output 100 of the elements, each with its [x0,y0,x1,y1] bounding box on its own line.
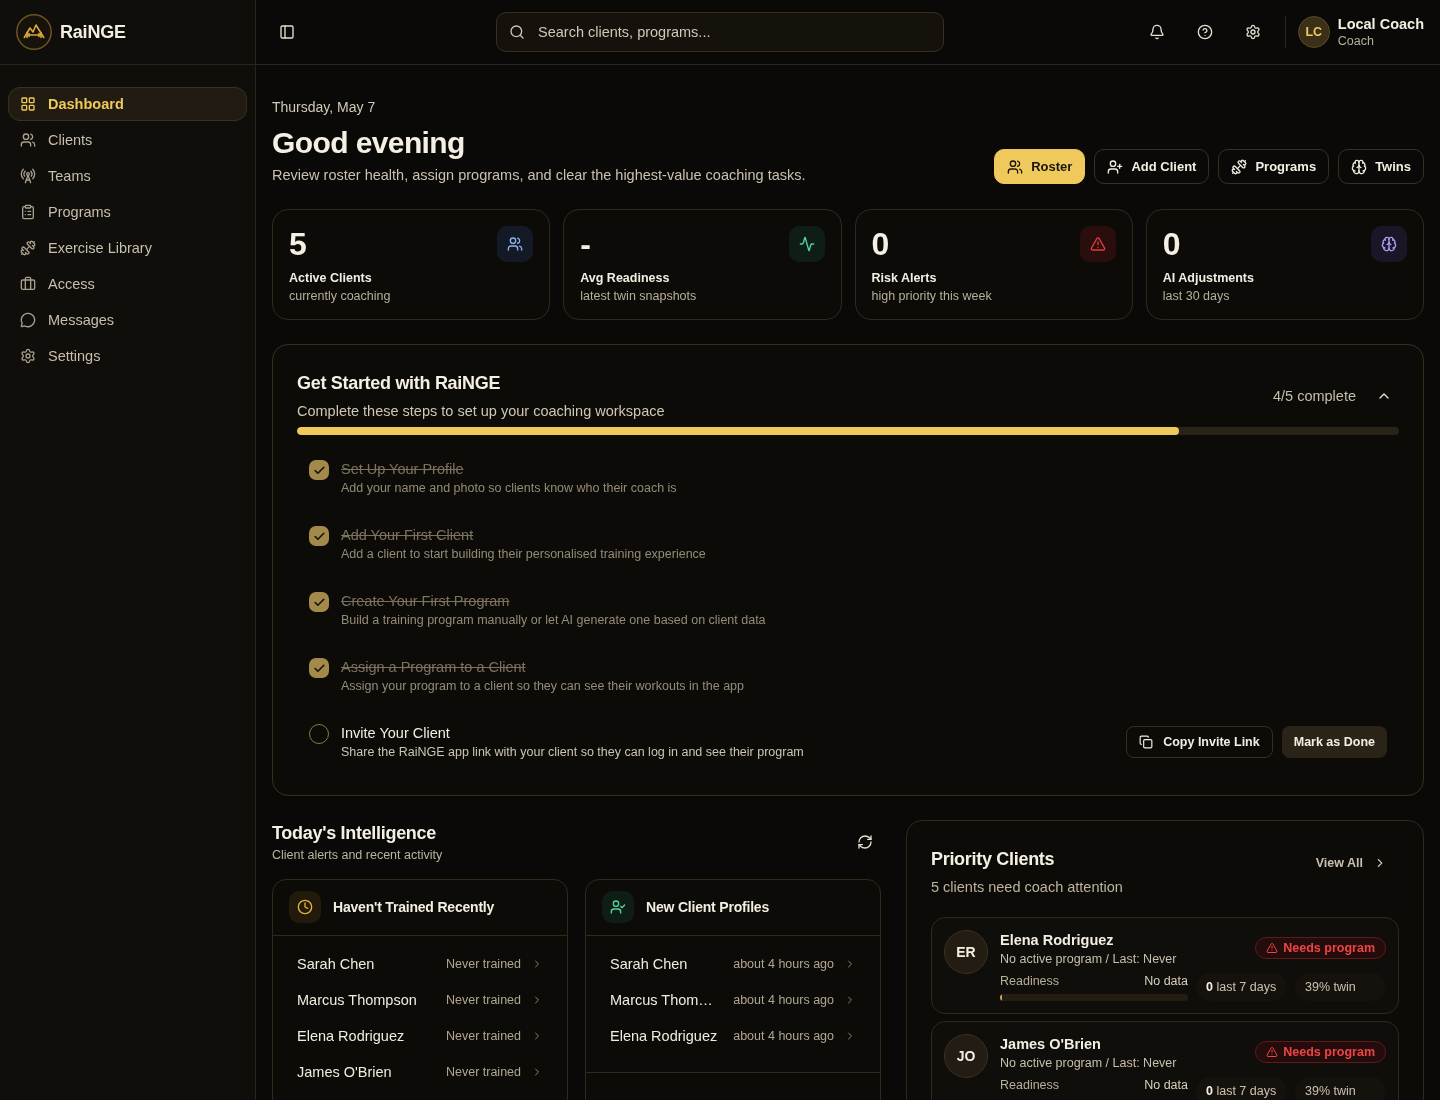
mark-done-button[interactable]: Mark as Done [1281,726,1387,758]
sidebar-toggle-icon[interactable] [279,24,295,40]
readiness-label: Readiness [1000,973,1060,990]
date-text: Thursday, May 7 [272,98,377,117]
bell-icon[interactable] [1148,24,1165,40]
onboarding-subtitle: Complete these steps to set up your coaching workspace [297,402,665,421]
stat-caption: latest twin snapshots [580,288,697,305]
nav-item[interactable]: Dashboard [8,87,247,121]
stat-label: Risk Alerts [871,270,938,287]
step-title: Create Your First Program [341,592,511,611]
help-icon[interactable] [1196,24,1213,40]
view-all-link[interactable]: View All [1303,854,1399,872]
user-check-icon [602,891,634,923]
check-icon [312,595,326,609]
search-icon [509,24,525,40]
users-icon [1007,158,1024,175]
onboarding-title: Get Started with RaiNGE [297,372,502,395]
stat-label: Active Clients [289,270,373,287]
warning-icon [1079,226,1116,262]
step-title: Add Your First Client [341,526,475,545]
radio-tower-icon [20,168,36,184]
warning-icon [1266,1046,1279,1058]
stat-value: - [580,226,592,262]
step-description: Share the RaiNGE app link with your client so they can log in and see their program [341,744,804,761]
action-button[interactable]: Twins [1338,149,1424,184]
settings-icon [20,348,36,364]
users-icon [20,132,36,148]
client-name: Marcus Thom… [610,992,714,1008]
pulse-icon [788,226,825,262]
step-checkbox[interactable] [309,658,329,678]
section-title: Today's Intelligence [272,822,437,845]
step-checkbox[interactable] [309,460,329,480]
copy-link-button[interactable]: Copy Invite Link [1126,726,1273,758]
metric-pill: 39% twin [1295,972,1386,1001]
copy-icon [1139,735,1154,749]
clock-icon [289,891,321,923]
activity-status: Never trained [445,1065,521,1079]
metric-pill: 39% twin [1295,1076,1386,1100]
activity-status: about 4 hours ago [733,957,834,971]
client-name: Elena Rodriguez [1000,931,1115,950]
stat-value: 0 [1162,226,1182,262]
action-button[interactable]: Roster [994,149,1086,184]
refresh-icon[interactable] [857,834,873,850]
greeting-title: Good evening [272,125,466,161]
step-title: Invite Your Client [341,724,451,743]
client-name: Marcus Thompson [297,992,418,1008]
action-button[interactable]: Add Client [1094,149,1210,184]
action-button[interactable]: Programs [1218,149,1330,184]
settings-icon[interactable] [1244,24,1261,40]
step-checkbox[interactable] [309,526,329,546]
stat-caption: last 30 days [1162,288,1231,305]
stat-value: 5 [289,226,308,262]
grid-icon [20,96,36,112]
nav-item[interactable]: Messages [8,303,247,337]
step-description: Build a training program manually or let AI generate one based on client data [341,612,766,629]
brand-name: RaiNGE [60,21,126,43]
section-subtitle: 5 clients need coach attention [931,878,1124,897]
client-name: James O'Brien [1000,1035,1102,1054]
client-avatar: JO [944,1034,988,1078]
readiness-value: No data [1144,1077,1188,1094]
step-checkbox[interactable] [309,592,329,612]
brain-icon [1371,226,1407,262]
user-avatar[interactable]: LC [1297,16,1330,48]
client-detail: No active program / Last: Never [1000,1055,1177,1072]
warning-icon [1266,942,1279,954]
dumbbell-icon [1231,158,1248,175]
nav-item[interactable]: Programs [8,195,247,229]
nav-item[interactable]: Settings [8,339,247,373]
activity-status: Never trained [445,993,521,1007]
activity-status: about 4 hours ago [733,1029,834,1043]
client-name: James O'Brien [297,1064,393,1080]
brain-icon [1351,158,1368,175]
card-title: New Client Profiles [646,899,769,915]
stat-label: AI Adjustments [1162,270,1254,287]
activity-status: about 4 hours ago [733,993,834,1007]
client-name: Sarah Chen [297,956,376,972]
section-subtitle: Client alerts and recent activity [272,847,443,864]
badge-text: Needs program [1283,941,1375,955]
nav-item[interactable]: Teams [8,159,247,193]
step-title: Set Up Your Profile [341,460,465,479]
nav-item[interactable]: Access [8,267,247,301]
step-description: Add a client to start building their personalised training experience [341,546,706,563]
metric-pill: 0 last 7 days [1196,1076,1287,1100]
stat-caption: high priority this week [871,288,992,305]
readiness-label: Readiness [1000,1077,1060,1094]
search-field[interactable]: Search clients, programs... [496,12,944,52]
stat-value: 0 [871,226,891,262]
activity-status: Never trained [445,957,521,971]
user-role: Coach [1337,33,1375,49]
step-description: Add your name and photo so clients know who their coach is [341,480,677,497]
client-name: Elena Rodriguez [610,1028,719,1044]
nav-item[interactable]: Clients [8,123,247,157]
stat-caption: currently coaching [289,288,391,305]
client-avatar: ER [944,930,988,974]
stat-label: Avg Readiness [580,270,671,287]
dumbbell-icon [20,240,36,256]
badge-text: Needs program [1283,1045,1375,1059]
nav-item[interactable]: Exercise Library [8,231,247,265]
metric-pill: 0 last 7 days [1196,972,1287,1001]
client-detail: No active program / Last: Never [1000,951,1177,968]
